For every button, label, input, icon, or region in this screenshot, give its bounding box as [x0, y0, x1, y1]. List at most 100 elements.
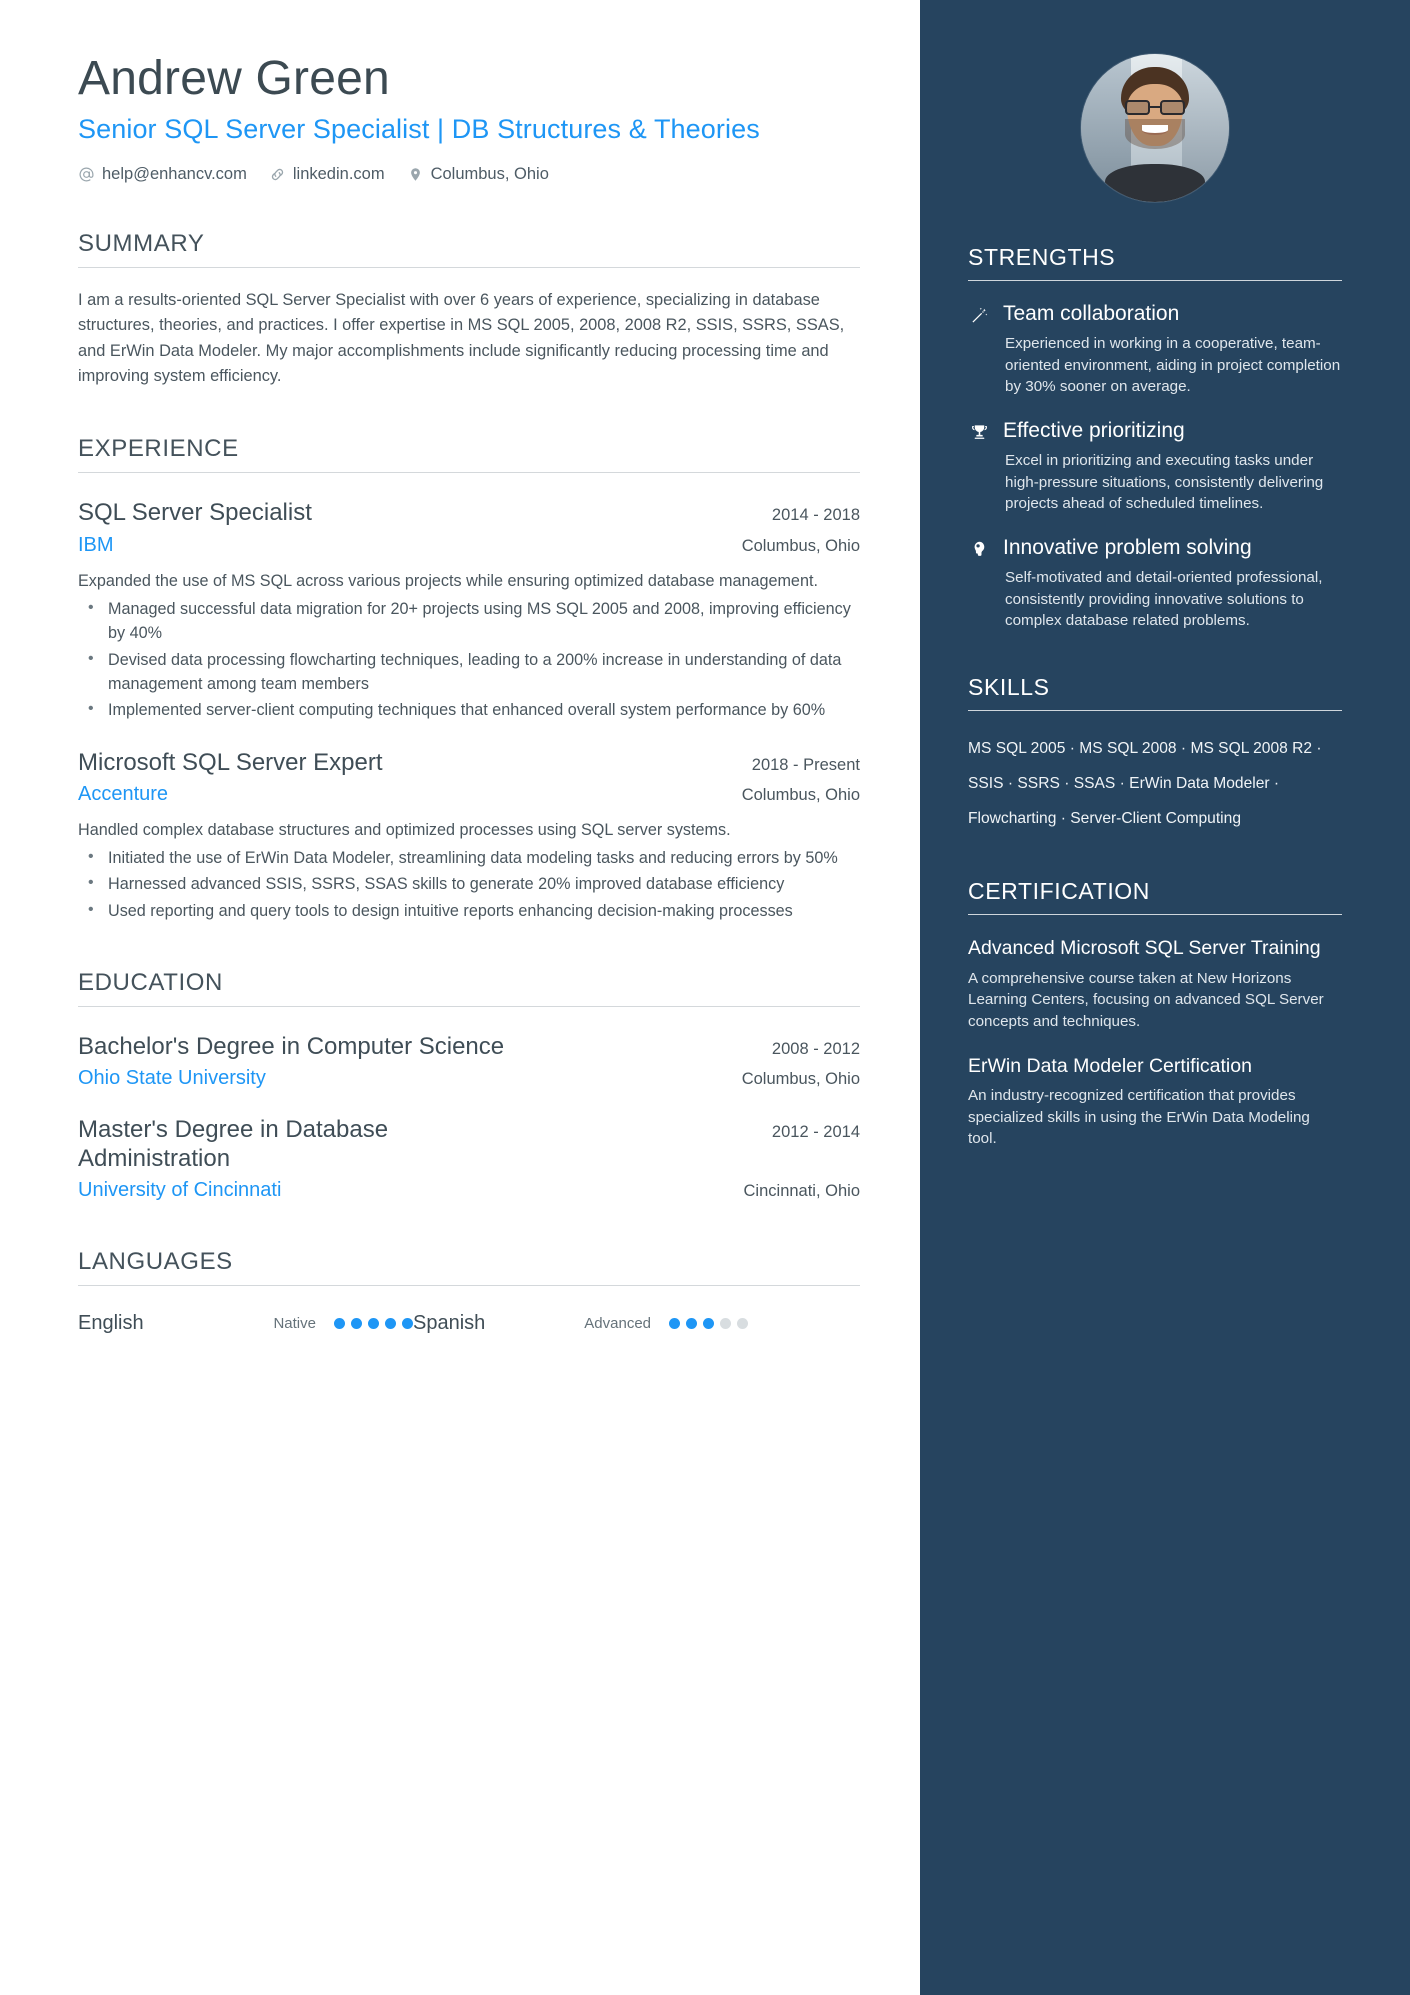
job-company[interactable]: IBM: [78, 534, 114, 557]
job-dates: 2018 - Present: [751, 755, 860, 774]
job-description: Handled complex database structures and …: [78, 820, 731, 839]
language-level: Native: [273, 1314, 316, 1332]
education-section: EDUCATION Bachelor's Degree in Computer …: [78, 969, 860, 1202]
job-bullet: Initiated the use of ErWin Data Modeler,…: [78, 845, 860, 870]
rating-dot: [368, 1317, 379, 1329]
entry-header: Bachelor's Degree in Computer Science 20…: [78, 1033, 860, 1061]
strength-body: Effective prioritizing Excel in prioriti…: [1003, 418, 1342, 515]
languages-divider: [78, 1284, 860, 1286]
skills-title: SKILLS: [968, 673, 1050, 700]
experience-entry: Microsoft SQL Server Expert 2018 - Prese…: [78, 749, 860, 924]
skills-divider: [968, 709, 1342, 711]
avatar-shirt: [1104, 163, 1206, 202]
certification-description: A comprehensive course taken at New Hori…: [968, 969, 1324, 1030]
candidate-headline: Senior SQL Server Specialist | DB Struct…: [78, 113, 760, 144]
certification-name: ErWin Data Modeler Certification: [968, 1054, 1252, 1077]
certification-title: CERTIFICATION: [968, 878, 1151, 904]
strength-title: Effective prioritizing: [1003, 418, 1185, 442]
rating-dot: [686, 1317, 697, 1329]
strength-body: Team collaboration Experienced in workin…: [1003, 301, 1342, 398]
education-entry: Bachelor's Degree in Computer Science 20…: [78, 1033, 860, 1090]
degree-title: Master's Degree in Database Administrati…: [78, 1116, 389, 1172]
candidate-name: Andrew Green: [78, 52, 390, 105]
contact-linkedin-text: linkedin.com: [292, 164, 385, 183]
education-divider: [78, 1006, 860, 1008]
experience-section: EXPERIENCE SQL Server Specialist 2014 - …: [78, 435, 860, 923]
job-location: Columbus, Ohio: [741, 785, 860, 804]
languages-title: LANGUAGES: [78, 1247, 233, 1275]
degree-title: Bachelor's Degree in Computer Science: [78, 1033, 505, 1061]
resume-page: Andrew Green Senior SQL Server Specialis…: [0, 0, 1410, 1995]
certification-item: Advanced Microsoft SQL Server Training A…: [968, 937, 1342, 1033]
summary-title: SUMMARY: [78, 229, 205, 257]
contact-email[interactable]: help@enhancv.com: [78, 165, 247, 184]
job-description: Expanded the use of MS SQL across variou…: [78, 571, 818, 590]
language-rating-dots: [669, 1317, 748, 1329]
job-bullet: Implemented server-client computing tech…: [78, 697, 860, 722]
entry-header: Microsoft SQL Server Expert 2018 - Prese…: [78, 749, 860, 777]
rating-dot: [402, 1317, 413, 1329]
job-bullet: Harnessed advanced SSIS, SSRS, SSAS skil…: [78, 871, 860, 896]
education-entry: Master's Degree in Database Administrati…: [78, 1116, 860, 1202]
trophy-icon: [968, 418, 990, 442]
job-bullets: Managed successful data migration for 20…: [78, 596, 860, 722]
language-rating-dots: [334, 1317, 413, 1329]
rating-dot: [669, 1317, 680, 1329]
strength-item: Team collaboration Experienced in workin…: [968, 301, 1342, 398]
education-title: EDUCATION: [78, 969, 223, 997]
experience-entry: SQL Server Specialist 2014 - 2018 IBM Co…: [78, 499, 860, 722]
avatar-container: [968, 0, 1342, 202]
school-location: Columbus, Ohio: [741, 1070, 860, 1089]
avatar-glasses: [1125, 99, 1185, 115]
certification-name: Advanced Microsoft SQL Server Training: [968, 937, 1321, 959]
degree-dates: 2008 - 2012: [771, 1040, 860, 1059]
strengths-divider: [968, 280, 1342, 281]
experience-title: EXPERIENCE: [78, 435, 239, 463]
strength-item: Effective prioritizing Excel in prioriti…: [968, 418, 1342, 515]
summary-text: I am a results-oriented SQL Server Speci…: [78, 290, 845, 386]
strength-description: Experienced in working in a cooperative,…: [1005, 335, 1341, 396]
school-name[interactable]: University of Cincinnati: [78, 1179, 281, 1202]
language-level: Advanced: [584, 1314, 651, 1332]
entry-subheader: IBM Columbus, Ohio: [78, 534, 860, 557]
strength-body: Innovative problem solving Self-motivate…: [1003, 535, 1342, 632]
at-icon: [78, 166, 95, 183]
entry-header: Master's Degree in Database Administrati…: [78, 1116, 860, 1173]
lightbulb-head-icon: [968, 535, 990, 559]
location-pin-icon: [407, 166, 424, 183]
rating-dot: [334, 1317, 345, 1329]
contact-location: Columbus, Ohio: [407, 165, 549, 184]
certification-section: CERTIFICATION Advanced Microsoft SQL Ser…: [968, 878, 1342, 1150]
job-bullets: Initiated the use of ErWin Data Modeler,…: [78, 845, 860, 923]
strength-description: Self-motivated and detail-oriented profe…: [1005, 569, 1323, 630]
contact-location-text: Columbus, Ohio: [430, 164, 549, 183]
job-location: Columbus, Ohio: [741, 536, 860, 555]
link-icon: [269, 166, 286, 183]
strength-description: Excel in prioritizing and executing task…: [1005, 452, 1324, 513]
contact-email-text: help@enhancv.com: [102, 164, 247, 183]
skills-section: SKILLS MS SQL 2005 · MS SQL 2008 · MS SQ…: [968, 674, 1342, 836]
job-bullet: Managed successful data migration for 20…: [78, 596, 860, 646]
summary-section: SUMMARY I am a results-oriented SQL Serv…: [78, 230, 860, 390]
job-title: SQL Server Specialist: [78, 499, 312, 527]
school-location: Cincinnati, Ohio: [743, 1181, 860, 1200]
languages-list: English Native Spanish Advanced: [78, 1312, 860, 1335]
experience-divider: [78, 472, 860, 474]
rating-dot: [385, 1317, 396, 1329]
avatar: [1081, 54, 1229, 202]
certification-item: ErWin Data Modeler Certification An indu…: [968, 1055, 1342, 1151]
magic-wand-icon: [968, 301, 990, 325]
certification-divider: [968, 914, 1342, 915]
summary-divider: [78, 266, 860, 268]
rating-dot: [720, 1317, 731, 1329]
languages-section: LANGUAGES English Native Spanish Advance…: [78, 1248, 860, 1335]
avatar-glasses-bridge: [1150, 106, 1160, 109]
rating-dot: [737, 1317, 748, 1329]
school-name[interactable]: Ohio State University: [78, 1067, 266, 1090]
contact-linkedin[interactable]: linkedin.com: [269, 165, 385, 184]
entry-header: SQL Server Specialist 2014 - 2018: [78, 499, 860, 527]
rating-dot: [703, 1317, 714, 1329]
rating-dot: [351, 1317, 362, 1329]
entry-subheader: Ohio State University Columbus, Ohio: [78, 1067, 860, 1090]
job-company[interactable]: Accenture: [78, 783, 168, 806]
